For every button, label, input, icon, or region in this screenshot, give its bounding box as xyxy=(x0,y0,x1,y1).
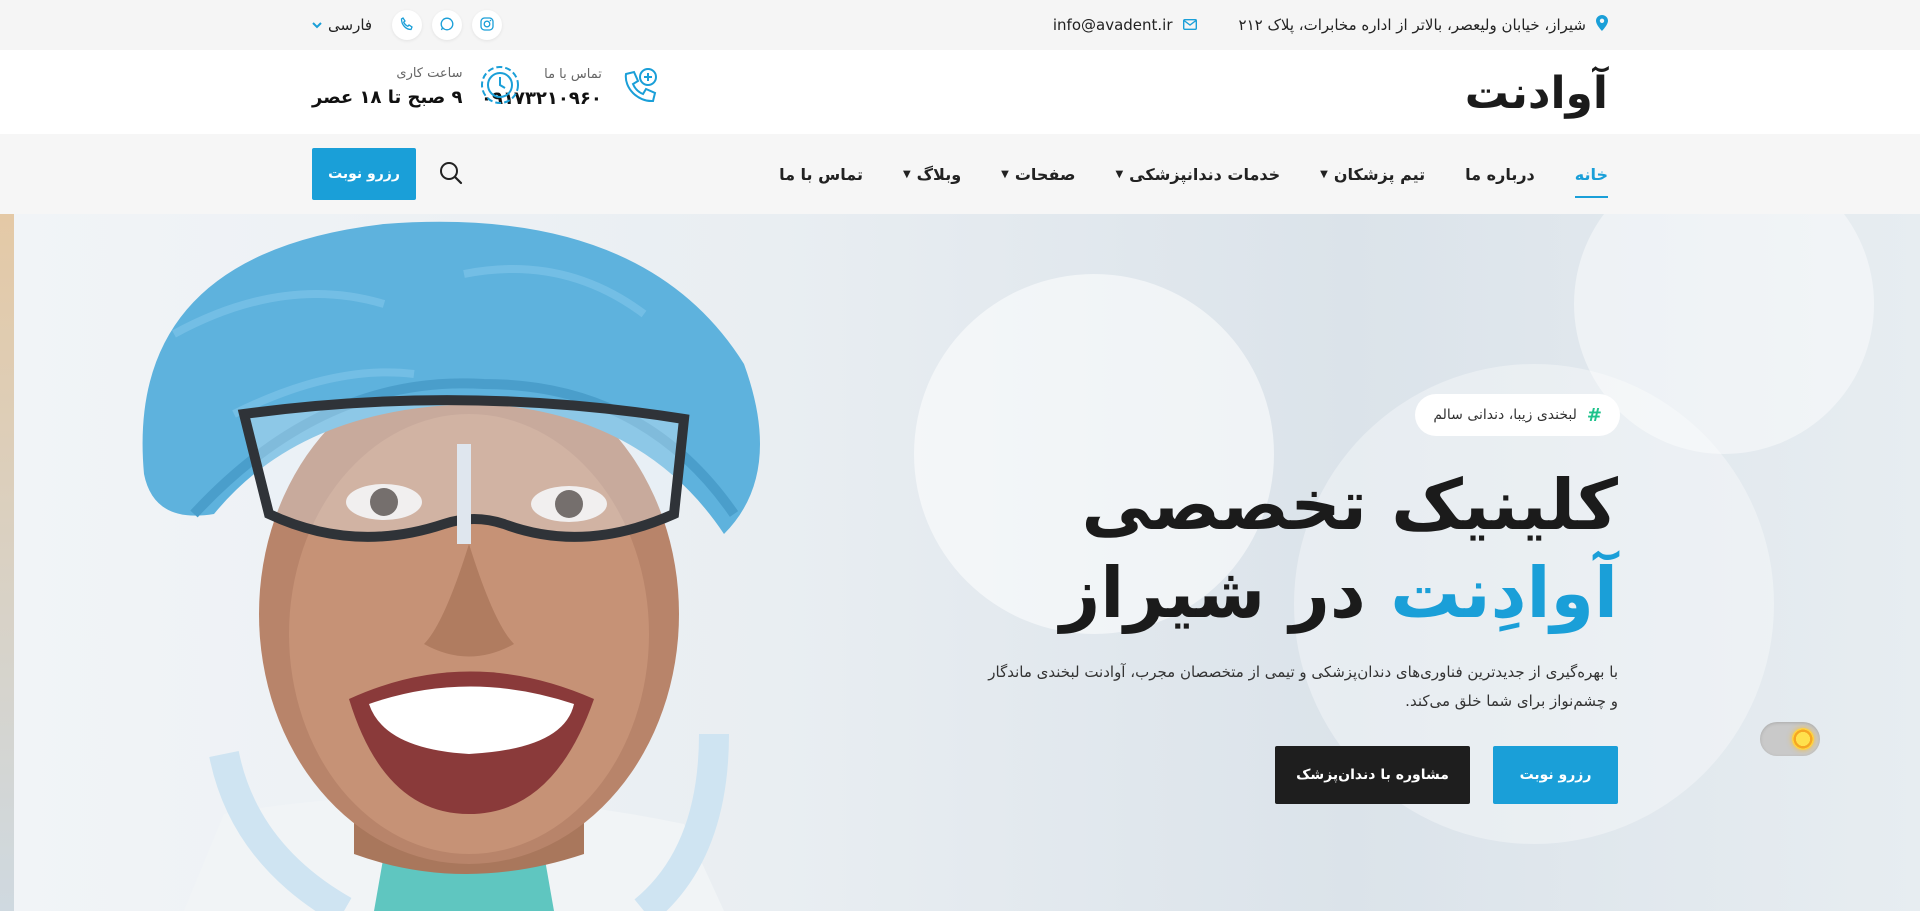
location-pin-icon xyxy=(1596,15,1608,35)
topbar-social: فارسی xyxy=(312,0,503,50)
hero-consult-button[interactable]: مشاوره با دندان‌پزشک xyxy=(1275,746,1470,804)
hours-label: ساعت کاری xyxy=(396,66,463,81)
instagram-icon xyxy=(480,16,494,35)
hero-book-button[interactable]: رزرو نوبت xyxy=(1493,746,1618,804)
nav-item-label: خدمات دندانپزشکی xyxy=(1129,164,1281,184)
header-hours: ساعت کاری ۹ صبح تا ۱۸ عصر xyxy=(312,64,521,110)
language-label: فارسی xyxy=(328,16,373,34)
nav-item-label: صفحات xyxy=(1014,164,1076,184)
nav-item-contact[interactable]: تماس با ما xyxy=(779,165,863,184)
nav-item-home[interactable]: خانه xyxy=(1574,164,1609,198)
hero-tag-text: لبخندی زیبا، دندانی سالم xyxy=(1433,407,1577,423)
main-navigation: خانه درباره ما تیم پزشکان ▼ خدمات دندانپز… xyxy=(0,134,1920,214)
nav-item-pages[interactable]: صفحات ▼ xyxy=(1001,165,1075,184)
search-icon xyxy=(438,162,464,190)
nav-item-label: تیم پزشکان xyxy=(1333,164,1426,184)
nav-item-services[interactable]: خدمات دندانپزشکی ▼ xyxy=(1115,165,1280,184)
phone-support-icon xyxy=(618,64,662,112)
topbar-contact-info: شیراز، خیابان ولیعصر، بالاتر از اداره مخ… xyxy=(1053,0,1608,50)
dentist-photo xyxy=(84,214,844,911)
hero-section: # لبخندی زیبا، دندانی سالم کلینیک تخصصی … xyxy=(14,214,1920,911)
hero-description: با بهره‌گیری از جدیدترین فناوری‌های دندا… xyxy=(988,663,1618,710)
whatsapp-link[interactable] xyxy=(432,10,463,40)
phone-link[interactable] xyxy=(392,10,423,40)
nav-item-label: درباره ما xyxy=(1465,164,1535,184)
phone-icon xyxy=(400,16,414,35)
top-bar: شیراز، خیابان ولیعصر، بالاتر از اداره مخ… xyxy=(0,0,1920,50)
language-selector[interactable]: فارسی xyxy=(312,16,372,34)
nav-item-doctors[interactable]: تیم پزشکان ▼ xyxy=(1320,165,1425,184)
hours-value: ۹ صبح تا ۱۸ عصر xyxy=(312,87,463,108)
nav-menu: خانه درباره ما تیم پزشکان ▼ خدمات دندانپز… xyxy=(779,134,1609,214)
envelope-icon xyxy=(1182,16,1197,34)
site-logo[interactable]: آوادنت xyxy=(1465,68,1608,119)
search-button[interactable] xyxy=(438,160,466,188)
hero-title-line1: کلینیک تخصصی xyxy=(1081,464,1618,546)
caret-down-icon: ▼ xyxy=(902,168,911,180)
caret-down-icon: ▼ xyxy=(1115,168,1124,180)
nav-item-label: وبلاگ xyxy=(916,164,962,184)
address-text: شیراز، خیابان ولیعصر، بالاتر از اداره مخ… xyxy=(1238,16,1586,34)
hero-title-highlight: آوادِنت xyxy=(1390,552,1618,634)
email-text: info@avadent.ir xyxy=(1052,16,1173,34)
hero-title-line2: آوادِنت در شیراز xyxy=(1060,552,1618,634)
hashtag-icon: # xyxy=(1586,404,1602,426)
nav-item-label: خانه xyxy=(1574,164,1608,184)
nav-item-about[interactable]: درباره ما xyxy=(1465,165,1535,184)
hero-tag-pill: # لبخندی زیبا، دندانی سالم xyxy=(1415,394,1620,436)
site-header: آوادنت تماس با ما ۰۹۱۷۳۲۱۰۹۶۰ ساعت کاری … xyxy=(0,50,1920,134)
caret-down-icon: ▼ xyxy=(1320,168,1328,180)
book-appointment-button[interactable]: رزرو نوبت xyxy=(312,148,416,200)
nav-item-label: تماس با ما xyxy=(779,164,863,184)
whatsapp-icon xyxy=(440,16,454,35)
theme-toggle[interactable] xyxy=(1760,722,1820,756)
caret-down-icon: ▼ xyxy=(1001,168,1009,180)
nav-item-blog[interactable]: وبلاگ ▼ xyxy=(903,165,961,184)
sun-icon xyxy=(1792,728,1814,750)
chevron-down-icon xyxy=(312,18,322,32)
hero-title-rest: در شیراز xyxy=(1059,552,1366,634)
slider-edge xyxy=(0,214,14,911)
instagram-link[interactable] xyxy=(472,10,503,40)
email-link[interactable]: info@avadent.ir xyxy=(1053,16,1197,34)
clock-icon xyxy=(479,64,521,110)
